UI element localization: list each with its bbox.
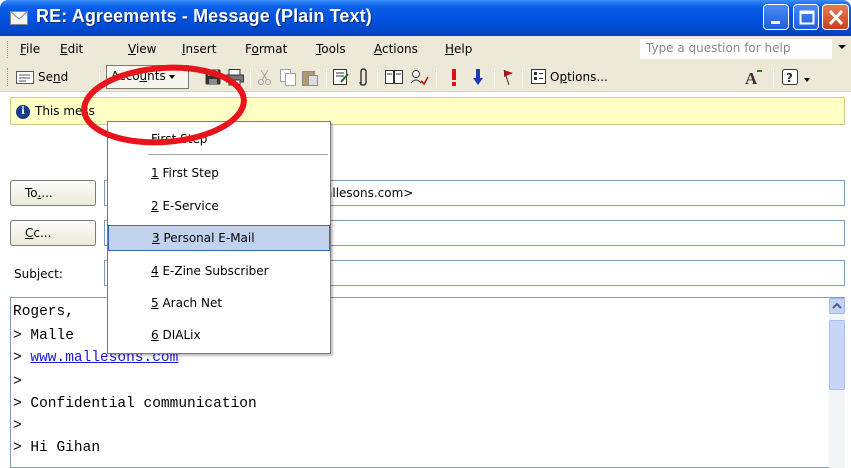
svg-text:A: A bbox=[745, 69, 758, 87]
vertical-scrollbar[interactable] bbox=[829, 298, 845, 468]
close-icon bbox=[828, 9, 844, 26]
account-item-selected[interactable]: 3 Personal E-Mail bbox=[108, 225, 330, 251]
help-dropdown-arrow[interactable] bbox=[838, 45, 846, 49]
maximize-button[interactable] bbox=[793, 4, 819, 30]
toolbar-grip[interactable] bbox=[7, 68, 10, 86]
maximize-icon bbox=[799, 10, 815, 25]
body-line: > bbox=[13, 418, 22, 434]
cut-icon[interactable] bbox=[258, 69, 272, 86]
options-icon bbox=[531, 69, 546, 84]
save-icon[interactable] bbox=[205, 69, 222, 86]
copy-icon[interactable] bbox=[280, 69, 297, 86]
follow-up-flag-icon[interactable] bbox=[503, 69, 515, 86]
body-line: > bbox=[13, 374, 22, 390]
font-style-icon[interactable]: A bbox=[744, 68, 764, 87]
accounts-button[interactable]: Accounts bbox=[106, 65, 189, 89]
menu-bar: File Edit View Insert Format Tools Actio… bbox=[0, 36, 851, 62]
menu-edit[interactable]: Edit bbox=[60, 42, 83, 56]
account-item[interactable]: 1 First Step bbox=[108, 160, 330, 186]
dropdown-separator bbox=[148, 154, 328, 155]
body-line: > Confidential communication bbox=[13, 396, 257, 412]
envelope-icon bbox=[10, 11, 28, 25]
standard-toolbar: Send Accounts Options... A ? bbox=[0, 62, 851, 92]
account-item[interactable]: 2 E-Service bbox=[108, 193, 330, 219]
scroll-thumb[interactable] bbox=[829, 320, 845, 390]
importance-low-icon[interactable] bbox=[473, 69, 483, 86]
body-line: Rogers, bbox=[13, 304, 74, 320]
minimize-icon bbox=[771, 21, 780, 24]
menu-help[interactable]: Help bbox=[445, 42, 472, 56]
body-line: > Hi Gihan bbox=[13, 440, 101, 456]
importance-high-icon[interactable] bbox=[451, 69, 457, 86]
address-book-icon[interactable] bbox=[385, 69, 403, 86]
print-icon[interactable] bbox=[226, 69, 244, 86]
info-icon: i bbox=[16, 105, 30, 119]
account-item[interactable]: 6 DIALix bbox=[108, 322, 330, 348]
menu-format[interactable]: Format bbox=[245, 42, 287, 56]
account-item[interactable]: 5 Arach Net bbox=[108, 290, 330, 316]
cc-button[interactable]: Cc... bbox=[10, 220, 96, 246]
check-names-user-icon[interactable] bbox=[410, 69, 429, 86]
check-names-icon[interactable] bbox=[333, 69, 350, 86]
menu-file[interactable]: File bbox=[20, 42, 40, 56]
menu-actions[interactable]: Actions bbox=[374, 42, 418, 56]
account-item[interactable]: 4 E-Zine Subscriber bbox=[108, 258, 330, 284]
svg-text:?: ? bbox=[786, 71, 793, 85]
menu-insert[interactable]: Insert bbox=[182, 42, 216, 56]
chevron-up-icon bbox=[832, 302, 842, 309]
to-button[interactable]: To.... bbox=[10, 180, 96, 206]
menubar-grip[interactable] bbox=[7, 41, 10, 58]
window-title: RE: Agreements - Message (Plain Text) bbox=[36, 6, 372, 26]
help-search-input[interactable]: Type a question for help bbox=[640, 39, 832, 59]
body-line: > Malle bbox=[13, 328, 74, 344]
chevron-down-icon bbox=[168, 74, 175, 79]
help-icon[interactable]: ? bbox=[782, 69, 799, 86]
subject-label: Subject: bbox=[14, 267, 63, 281]
scroll-up-button[interactable] bbox=[829, 298, 845, 314]
close-button[interactable] bbox=[822, 4, 849, 30]
accounts-dropdown-menu: First Step 1 First Step 2 E-Service 3 Pe… bbox=[107, 121, 331, 354]
dropdown-header-item[interactable]: First Step bbox=[108, 126, 330, 152]
info-text: This mess bbox=[35, 104, 95, 118]
paperclip-icon[interactable] bbox=[357, 68, 369, 87]
title-bar: RE: Agreements - Message (Plain Text) bbox=[0, 0, 851, 36]
menu-tools[interactable]: Tools bbox=[316, 42, 346, 56]
menu-view[interactable]: View bbox=[128, 42, 156, 56]
minimize-button[interactable] bbox=[763, 4, 789, 30]
toolbar-options-arrow[interactable] bbox=[804, 78, 810, 82]
paste-icon[interactable] bbox=[302, 69, 319, 86]
send-icon bbox=[16, 71, 34, 84]
